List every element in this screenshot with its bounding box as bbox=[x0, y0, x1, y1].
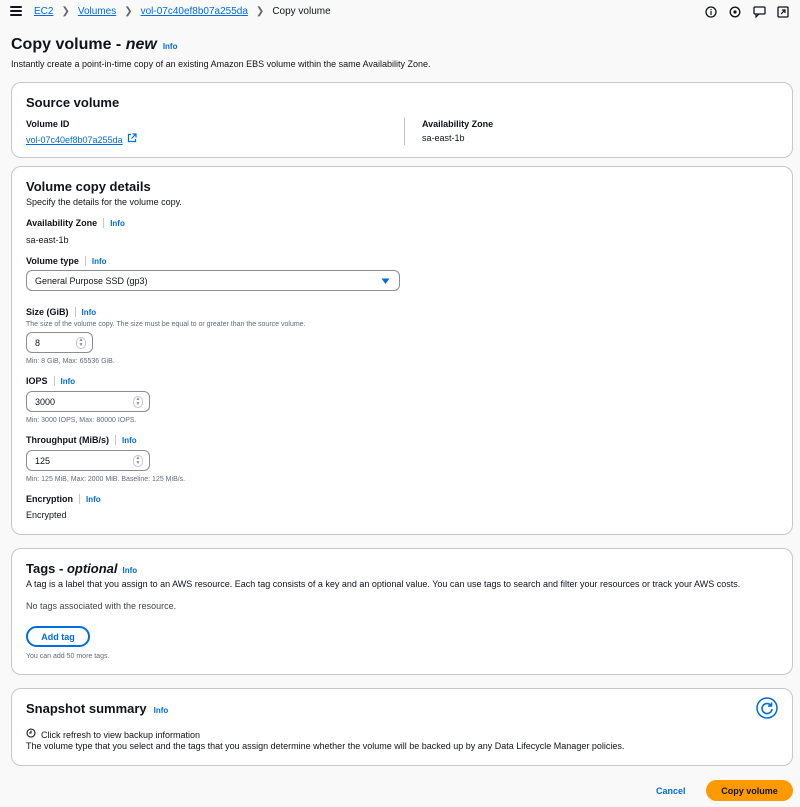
details-az-value: sa-east-1b bbox=[26, 235, 69, 245]
volume-copy-details-panel: Volume copy details Specify the details … bbox=[11, 166, 793, 535]
breadcrumb-volume-id[interactable]: vol-07c40ef8b07a255da bbox=[141, 6, 248, 17]
refresh-text: Click refresh to view backup information bbox=[41, 729, 201, 740]
clock-icon bbox=[26, 728, 36, 741]
tags-description: A tag is a label that you assign to an A… bbox=[26, 579, 741, 589]
throughput-info-link[interactable]: Info bbox=[122, 436, 137, 445]
tags-title-text: Tags - bbox=[26, 561, 67, 576]
tags-title-emphasis: optional bbox=[66, 561, 118, 576]
size-hint: Min: 8 GiB, Max: 65536 GiB. bbox=[26, 358, 115, 365]
volume-id-link[interactable]: vol-07c40ef8b07a255da bbox=[26, 135, 123, 145]
chevron-right-icon: ❯ bbox=[61, 6, 70, 17]
throughput-stepper[interactable]: ▲ ▼ bbox=[133, 455, 143, 467]
iops-input[interactable]: 3000 ▲ ▼ bbox=[26, 391, 150, 412]
throughput-value: 125 bbox=[35, 455, 51, 466]
page-description: Instantly create a point-in-time copy of… bbox=[11, 59, 431, 69]
external-link-icon[interactable] bbox=[127, 133, 137, 146]
top-icons bbox=[704, 5, 790, 19]
tags-title: Tags - optional bbox=[26, 561, 117, 576]
volume-type-label: Volume type Info bbox=[26, 256, 107, 266]
size-label-text: Size (GiB) bbox=[26, 307, 69, 317]
snapshot-title-wrap: Snapshot summary Info bbox=[26, 701, 168, 716]
volume-type-selected: General Purpose SSD (gp3) bbox=[35, 275, 148, 286]
details-title: Volume copy details bbox=[26, 179, 151, 194]
info-circle-icon[interactable] bbox=[704, 5, 718, 19]
page-title: Copy volume - new Info bbox=[11, 36, 177, 54]
snapshot-description: The volume type that you select and the … bbox=[26, 741, 625, 751]
iops-hint: Min: 3000 IOPS, Max: 80000 IOPS. bbox=[26, 417, 137, 424]
volume-id-label: Volume ID bbox=[26, 119, 70, 129]
size-input[interactable]: 8 ▲ ▼ bbox=[26, 332, 93, 353]
settings-icon[interactable] bbox=[728, 5, 742, 19]
breadcrumb-ec2[interactable]: EC2 bbox=[34, 6, 53, 17]
iops-value: 3000 bbox=[35, 396, 56, 407]
size-stepper[interactable]: ▲ ▼ bbox=[76, 337, 86, 349]
menu-icon[interactable] bbox=[10, 6, 22, 16]
refresh-status: Click refresh to view backup information bbox=[26, 728, 200, 741]
copy-volume-button[interactable]: Copy volume bbox=[706, 780, 793, 801]
size-label: Size (GiB) Info bbox=[26, 307, 96, 317]
size-value: 8 bbox=[35, 337, 41, 348]
throughput-input[interactable]: 125 ▲ ▼ bbox=[26, 450, 150, 471]
size-info-link[interactable]: Info bbox=[82, 308, 97, 317]
source-az-label: Availability Zone bbox=[422, 119, 494, 129]
source-volume-panel: Source volume Volume ID vol-07c40ef8b07a… bbox=[11, 82, 793, 158]
source-az-value: sa-east-1b bbox=[422, 133, 465, 143]
iops-label-text: IOPS bbox=[26, 376, 48, 386]
details-az-label: Availability Zone Info bbox=[26, 218, 125, 228]
tags-hint: You can add 50 more tags. bbox=[26, 653, 110, 660]
volume-type-info-link[interactable]: Info bbox=[92, 257, 107, 266]
feedback-icon[interactable] bbox=[752, 5, 766, 19]
details-az-label-text: Availability Zone bbox=[26, 218, 98, 228]
volume-type-select[interactable]: General Purpose SSD (gp3) bbox=[26, 270, 400, 291]
chevron-right-icon: ❯ bbox=[124, 6, 133, 17]
page-title-emphasis: new bbox=[125, 36, 157, 53]
throughput-label-text: Throughput (MiB/s) bbox=[26, 435, 109, 445]
tags-panel: Tags - optional Info A tag is a label th… bbox=[11, 548, 793, 675]
caret-down-icon bbox=[381, 277, 390, 287]
throughput-hint: Min: 125 MiB, Max: 2000 MiB. Baseline: 1… bbox=[26, 476, 186, 483]
chevron-right-icon: ❯ bbox=[255, 6, 265, 17]
tags-title-wrap: Tags - optional Info bbox=[26, 561, 137, 576]
refresh-icon[interactable] bbox=[756, 697, 778, 722]
volume-type-label-text: Volume type bbox=[26, 256, 79, 266]
breadcrumb: EC2 ❯ Volumes ❯ vol-07c40ef8b07a255da ❯ … bbox=[34, 6, 331, 17]
fullscreen-icon[interactable] bbox=[776, 5, 790, 19]
source-volume-title: Source volume bbox=[26, 95, 120, 110]
header-info-link[interactable]: Info bbox=[163, 42, 178, 51]
encryption-label-text: Encryption bbox=[26, 494, 74, 504]
size-description: The size of the volume copy. The size mu… bbox=[26, 321, 306, 328]
encryption-info-link[interactable]: Info bbox=[86, 495, 101, 504]
tags-empty-text: No tags associated with the resource. bbox=[26, 601, 177, 611]
volume-id-link-wrap: vol-07c40ef8b07a255da bbox=[26, 133, 137, 146]
top-navigation-bar: EC2 ❯ Volumes ❯ vol-07c40ef8b07a255da ❯ … bbox=[0, 0, 800, 24]
encryption-label: Encryption Info bbox=[26, 494, 101, 504]
snapshot-info-link[interactable]: Info bbox=[154, 706, 169, 715]
encryption-value: Encrypted bbox=[26, 510, 67, 520]
cancel-button[interactable]: Cancel bbox=[656, 786, 686, 796]
iops-stepper[interactable]: ▲ ▼ bbox=[133, 396, 143, 408]
details-description: Specify the details for the volume copy. bbox=[26, 197, 182, 207]
az-info-link[interactable]: Info bbox=[110, 219, 125, 228]
snapshot-title: Snapshot summary bbox=[26, 701, 147, 716]
page-title-text: Copy volume - bbox=[11, 36, 126, 53]
snapshot-summary-panel: Snapshot summary Info Click refresh to v… bbox=[11, 688, 793, 766]
iops-info-link[interactable]: Info bbox=[61, 377, 76, 386]
tags-info-link[interactable]: Info bbox=[122, 566, 137, 575]
throughput-label: Throughput (MiB/s) Info bbox=[26, 435, 137, 445]
breadcrumb-current: Copy volume bbox=[272, 6, 331, 17]
add-tag-button[interactable]: Add tag bbox=[26, 626, 90, 647]
breadcrumb-volumes[interactable]: Volumes bbox=[78, 6, 116, 17]
column-divider bbox=[404, 117, 405, 145]
iops-label: IOPS Info bbox=[26, 376, 75, 386]
